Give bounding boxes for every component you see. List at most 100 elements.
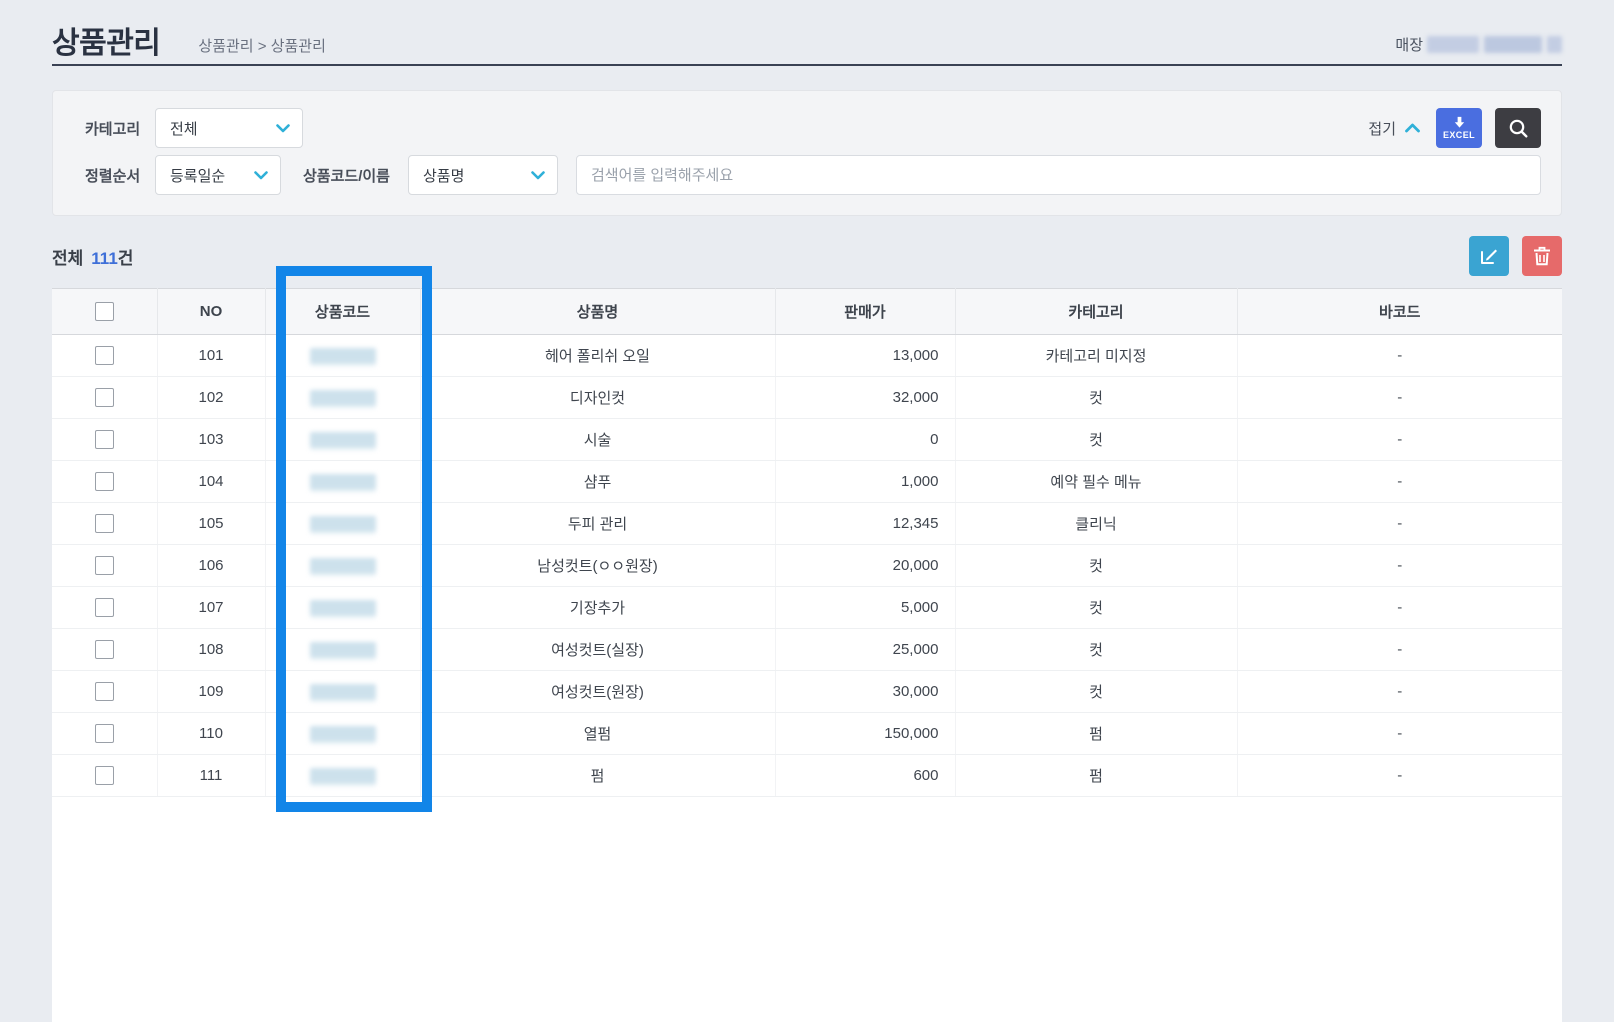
blurred-product-code — [309, 642, 376, 657]
row-checkbox[interactable] — [94, 682, 114, 701]
code-name-label: 상품코드/이름 — [303, 167, 390, 185]
row-checkbox[interactable] — [94, 430, 114, 449]
col-header-price: 판매가 — [775, 288, 956, 335]
row-checkbox[interactable] — [94, 346, 114, 365]
row-no: 104 — [157, 460, 266, 503]
blurred-product-code — [309, 726, 376, 741]
product-name: 남성컷트(ㅇㅇ원장) — [420, 544, 776, 587]
category-label: 카테고리 — [85, 120, 141, 138]
product-barcode: - — [1237, 712, 1562, 755]
search-input[interactable] — [575, 155, 1541, 195]
product-price: 20,000 — [775, 544, 956, 587]
sort-select[interactable]: 등록일순 — [155, 155, 281, 195]
table-row: 108 여성컷트(실장) 25,000 컷 - — [52, 628, 1562, 671]
product-price: 600 — [775, 754, 956, 797]
row-no: 110 — [157, 712, 266, 755]
collapse-label: 접기 — [1368, 120, 1396, 138]
row-no: 106 — [157, 544, 266, 587]
product-table-card: NO 상품코드 상품명 판매가 카테고리 바코드 101 헤어 폴리쉬 오일 1… — [52, 288, 1562, 1022]
product-barcode: - — [1237, 502, 1562, 545]
total-count-text: 전체 111 건 — [52, 244, 133, 269]
product-barcode: - — [1237, 628, 1562, 671]
chevron-down-icon — [276, 123, 290, 133]
store-info: 매장 — [1395, 34, 1562, 55]
row-checkbox[interactable] — [94, 472, 114, 491]
chevron-down-icon — [531, 170, 545, 180]
search-icon — [1508, 118, 1529, 139]
product-category: 컷 — [955, 628, 1238, 671]
product-price: 30,000 — [775, 670, 956, 713]
row-no: 108 — [157, 628, 266, 671]
product-barcode: - — [1237, 334, 1562, 377]
product-category: 컷 — [955, 670, 1238, 713]
select-all-checkbox[interactable] — [94, 302, 114, 321]
blurred-product-code — [309, 684, 376, 699]
row-no: 107 — [157, 586, 266, 629]
table-row: 111 펌 600 펌 - — [52, 754, 1562, 797]
blurred-product-code — [309, 432, 376, 447]
page-title: 상품관리 — [52, 27, 161, 60]
product-name: 펌 — [420, 754, 776, 797]
table-row: 102 디자인컷 32,000 컷 - — [52, 376, 1562, 419]
row-checkbox[interactable] — [94, 724, 114, 743]
product-category: 컷 — [955, 586, 1238, 629]
product-category: 클리닉 — [955, 502, 1238, 545]
row-checkbox[interactable] — [94, 556, 114, 575]
table-row: 107 기장추가 5,000 컷 - — [52, 586, 1562, 629]
product-barcode: - — [1237, 460, 1562, 503]
product-barcode: - — [1237, 418, 1562, 461]
row-no: 103 — [157, 418, 266, 461]
row-checkbox[interactable] — [94, 388, 114, 407]
edit-button[interactable] — [1469, 236, 1509, 276]
chevron-down-icon — [254, 170, 268, 180]
product-name: 헤어 폴리쉬 오일 — [420, 334, 776, 377]
code-name-select[interactable]: 상품명 — [407, 155, 558, 195]
row-checkbox[interactable] — [94, 598, 114, 617]
sort-select-value: 등록일순 — [170, 167, 226, 185]
total-label: 전체 — [52, 248, 84, 268]
product-price: 150,000 — [775, 712, 956, 755]
store-label: 매장 — [1395, 36, 1423, 54]
trash-icon — [1533, 246, 1551, 266]
page-header: 상품관리 상품관리 > 상품관리 매장 — [52, 0, 1562, 66]
table-row: 106 남성컷트(ㅇㅇ원장) 20,000 컷 - — [52, 544, 1562, 587]
row-no: 105 — [157, 502, 266, 545]
table-row: 103 시술 0 컷 - — [52, 418, 1562, 461]
product-category: 펌 — [955, 712, 1238, 755]
product-name: 여성컷트(실장) — [420, 628, 776, 671]
table-row: 109 여성컷트(원장) 30,000 컷 - — [52, 670, 1562, 713]
product-barcode: - — [1237, 754, 1562, 797]
table-row: 104 샴푸 1,000 예약 필수 메뉴 - — [52, 460, 1562, 503]
product-barcode: - — [1237, 670, 1562, 713]
breadcrumb: 상품관리 > 상품관리 — [198, 37, 326, 55]
table-row: 105 두피 관리 12,345 클리닉 - — [52, 502, 1562, 545]
col-header-name: 상품명 — [420, 288, 776, 335]
product-category: 예약 필수 메뉴 — [955, 460, 1238, 503]
row-checkbox[interactable] — [94, 514, 114, 533]
blurred-product-code — [309, 474, 376, 489]
blurred-product-code — [309, 558, 376, 573]
search-button[interactable] — [1495, 108, 1541, 148]
delete-button[interactable] — [1522, 236, 1562, 276]
collapse-toggle[interactable]: 접기 — [1368, 118, 1420, 139]
product-price: 0 — [775, 418, 956, 461]
product-category: 펌 — [955, 754, 1238, 797]
category-select[interactable]: 전체 — [155, 108, 303, 148]
product-category: 카테고리 미지정 — [955, 334, 1238, 377]
row-checkbox[interactable] — [94, 640, 114, 659]
product-name: 두피 관리 — [420, 502, 776, 545]
product-price: 12,345 — [775, 502, 956, 545]
table-row: 101 헤어 폴리쉬 오일 13,000 카테고리 미지정 - — [52, 334, 1562, 377]
row-checkbox[interactable] — [94, 766, 114, 785]
blurred-product-code — [309, 768, 376, 783]
product-barcode: - — [1237, 376, 1562, 419]
blurred-product-code — [309, 600, 376, 615]
excel-download-button[interactable]: EXCEL — [1436, 108, 1482, 148]
table-row: 110 열펌 150,000 펌 - — [52, 712, 1562, 755]
product-barcode: - — [1237, 586, 1562, 629]
col-header-category: 카테고리 — [955, 288, 1238, 335]
col-header-barcode: 바코드 — [1237, 288, 1562, 335]
product-category: 컷 — [955, 418, 1238, 461]
row-no: 101 — [157, 334, 266, 377]
col-header-code: 상품코드 — [265, 288, 421, 335]
